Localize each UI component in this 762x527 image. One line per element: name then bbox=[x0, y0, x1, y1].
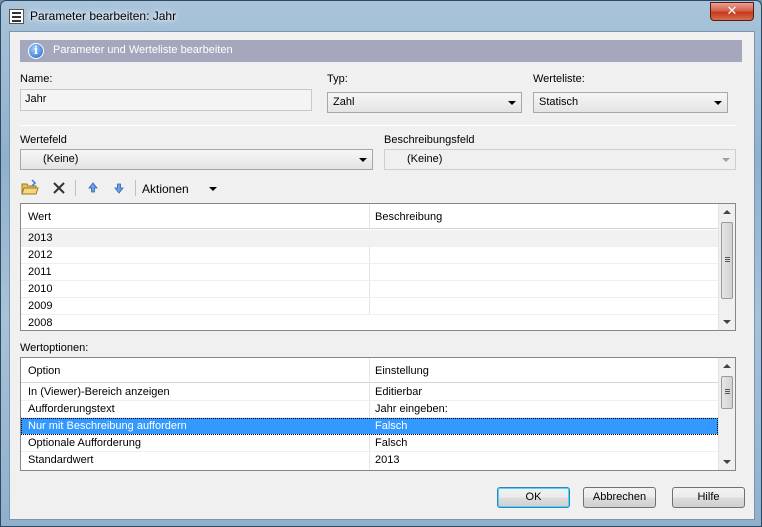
info-banner: i Parameter und Werteliste bearbeiten bbox=[20, 40, 742, 62]
cell-wert: 2012 bbox=[28, 249, 53, 261]
cell-option: Optionale Aufforderung bbox=[28, 437, 141, 449]
options-grid: Option Einstellung In (Viewer)-Bereich a… bbox=[20, 357, 736, 471]
chevron-down-icon bbox=[722, 158, 730, 162]
table-row[interactable]: 2011 bbox=[21, 264, 718, 281]
chevron-down-icon bbox=[359, 158, 367, 162]
valuefield-label: Wertefeld bbox=[20, 134, 67, 146]
valuelist-select[interactable]: Statisch bbox=[533, 92, 728, 113]
cell-wert: 2010 bbox=[28, 283, 53, 295]
cell-setting[interactable]: Falsch bbox=[375, 437, 407, 449]
move-up-icon[interactable] bbox=[83, 178, 103, 198]
scroll-thumb[interactable] bbox=[721, 376, 733, 409]
type-select-value: Zahl bbox=[333, 96, 355, 108]
values-toolbar: Aktionen bbox=[20, 178, 420, 200]
table-row-selected[interactable]: Nur mit Beschreibung auffordern Falsch bbox=[21, 418, 718, 435]
cell-wert: 2009 bbox=[28, 300, 53, 312]
table-row[interactable]: In (Viewer)-Bereich anzeigen Editierbar bbox=[21, 384, 718, 401]
chevron-down-icon bbox=[508, 101, 516, 105]
cell-setting[interactable]: Editierbar bbox=[375, 386, 422, 398]
name-label: Name: bbox=[20, 73, 53, 85]
chevron-down-icon[interactable] bbox=[209, 187, 217, 191]
info-banner-text: Parameter und Werteliste bearbeiten bbox=[53, 44, 233, 56]
name-field[interactable]: Jahr bbox=[20, 89, 312, 111]
title-bar[interactable]: Parameter bearbeiten: Jahr ✕ bbox=[1, 1, 761, 31]
window-title: Parameter bearbeiten: Jahr bbox=[30, 9, 177, 23]
table-row[interactable]: 2010 bbox=[21, 281, 718, 298]
valuelist-select-value: Statisch bbox=[539, 96, 579, 108]
table-row[interactable]: 2012 bbox=[21, 247, 718, 264]
cancel-button[interactable]: Abbrechen bbox=[583, 487, 656, 508]
actions-menu-button[interactable]: Aktionen bbox=[142, 182, 189, 196]
cell-option: In (Viewer)-Bereich anzeigen bbox=[28, 386, 170, 398]
cell-setting[interactable]: Falsch bbox=[375, 420, 407, 432]
scroll-thumb[interactable] bbox=[721, 222, 733, 299]
ok-button[interactable]: OK bbox=[497, 487, 570, 508]
table-row[interactable]: 2013 bbox=[21, 230, 718, 247]
scroll-up-icon[interactable] bbox=[723, 210, 731, 214]
table-row[interactable]: 2008 bbox=[21, 315, 718, 332]
toolbar-separator bbox=[75, 180, 76, 196]
close-button[interactable]: ✕ bbox=[710, 2, 754, 21]
dialog-client: i Parameter und Werteliste bearbeiten Na… bbox=[9, 31, 755, 520]
values-scrollbar[interactable] bbox=[718, 204, 735, 330]
type-label: Typ: bbox=[327, 73, 348, 85]
parameter-icon bbox=[9, 9, 24, 24]
chevron-down-icon bbox=[714, 101, 722, 105]
move-down-icon[interactable] bbox=[109, 178, 129, 198]
table-row[interactable]: Standardwert 2013 bbox=[21, 452, 718, 469]
cell-option: Nur mit Beschreibung auffordern bbox=[28, 420, 187, 432]
table-row[interactable]: Aufforderungstext Jahr eingeben: bbox=[21, 401, 718, 418]
column-header-wert[interactable]: Wert bbox=[28, 211, 51, 223]
separator bbox=[20, 125, 736, 126]
info-icon: i bbox=[28, 43, 44, 59]
descfield-select[interactable]: (Keine) bbox=[384, 149, 736, 170]
scroll-down-icon[interactable] bbox=[723, 320, 731, 324]
cell-wert: 2011 bbox=[28, 266, 52, 278]
cell-setting[interactable]: Jahr eingeben: bbox=[375, 403, 448, 415]
valuefield-select[interactable]: (Keine) bbox=[20, 149, 373, 170]
help-button[interactable]: Hilfe bbox=[672, 487, 745, 508]
table-row[interactable]: 2009 bbox=[21, 298, 718, 315]
column-header-beschreibung[interactable]: Beschreibung bbox=[375, 211, 442, 223]
table-row[interactable]: Optionale Aufforderung Falsch bbox=[21, 435, 718, 452]
dialog-window: Parameter bearbeiten: Jahr ✕ i Parameter… bbox=[0, 0, 762, 527]
grip-icon bbox=[725, 389, 730, 390]
cell-setting[interactable]: 2013 bbox=[375, 454, 399, 466]
values-grid: Wert Beschreibung 2013 2012 2011 2010 20… bbox=[20, 203, 736, 331]
options-label: Wertoptionen: bbox=[20, 342, 89, 354]
valuefield-select-value: (Keine) bbox=[43, 153, 79, 165]
column-header-einstellung[interactable]: Einstellung bbox=[375, 365, 429, 377]
grip-icon bbox=[725, 257, 730, 258]
open-folder-icon[interactable] bbox=[20, 178, 40, 198]
cell-wert: 2013 bbox=[28, 232, 53, 244]
cell-option: Standardwert bbox=[28, 454, 94, 466]
options-scrollbar[interactable] bbox=[718, 358, 735, 470]
descfield-select-value: (Keine) bbox=[407, 153, 443, 165]
cell-option: Aufforderungstext bbox=[28, 403, 115, 415]
toolbar-separator bbox=[135, 180, 136, 196]
valuelist-label: Werteliste: bbox=[533, 73, 585, 85]
scroll-up-icon[interactable] bbox=[723, 364, 731, 368]
type-select[interactable]: Zahl bbox=[327, 92, 522, 113]
column-header-option[interactable]: Option bbox=[28, 365, 60, 377]
descfield-label: Beschreibungsfeld bbox=[384, 134, 475, 146]
scroll-down-icon[interactable] bbox=[723, 460, 731, 464]
delete-icon[interactable] bbox=[49, 178, 69, 198]
cell-wert: 2008 bbox=[28, 317, 53, 329]
